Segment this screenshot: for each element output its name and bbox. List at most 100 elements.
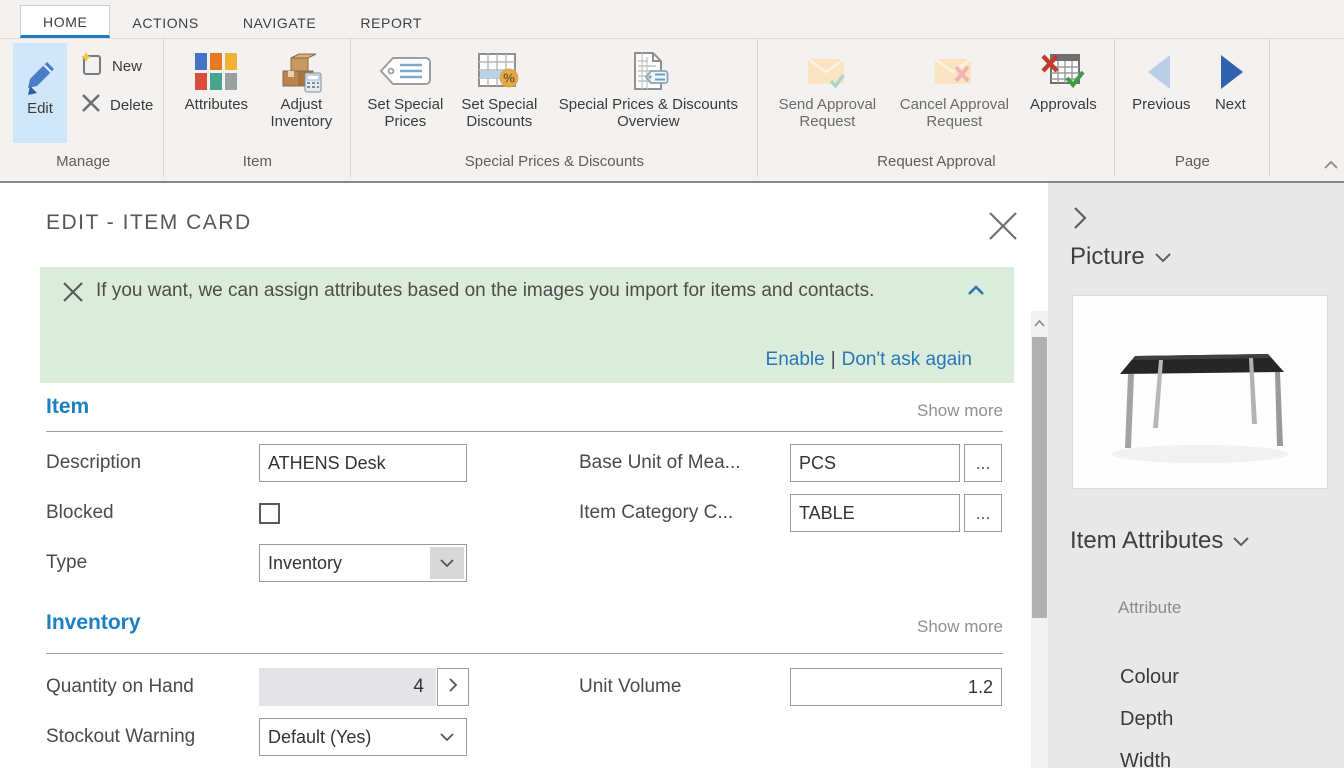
new-button[interactable]: New	[79, 51, 153, 81]
ribbon-group-request-approval: Send Approval Request Cancel Approval Re…	[758, 39, 1115, 177]
tab-home[interactable]: HOME	[20, 5, 110, 38]
new-label: New	[112, 58, 142, 75]
expand-panel-icon[interactable]	[1072, 205, 1088, 236]
approvals-button[interactable]: Approvals	[1022, 43, 1104, 114]
attributes-button[interactable]: Attributes	[174, 43, 258, 114]
base-unit-lookup-button[interactable]: ...	[964, 444, 1002, 482]
ribbon-toolbar: Edit New Delete	[0, 39, 1344, 177]
stockout-warning-value: Default (Yes)	[260, 727, 430, 748]
stockout-warning-label: Stockout Warning	[46, 718, 195, 756]
chevron-down-icon	[1154, 243, 1172, 271]
new-document-icon	[79, 51, 105, 81]
special-prices-discounts-overview-label: Special Prices & Discounts Overview	[549, 97, 747, 131]
chevron-right-icon	[448, 677, 458, 698]
ribbon-group-special-prices: Set Special Prices % Set Special Discoun…	[351, 39, 758, 177]
adjust-inventory-button[interactable]: Adjust Inventory	[262, 43, 340, 131]
quantity-drilldown-button[interactable]	[437, 668, 469, 706]
envelope-x-icon	[930, 47, 978, 97]
previous-label: Previous	[1132, 97, 1190, 114]
delete-label: Delete	[110, 97, 153, 114]
delete-button[interactable]: Delete	[79, 91, 153, 119]
item-category-field[interactable]	[790, 494, 960, 532]
factbox-panel: Picture Item Attributes	[1048, 183, 1344, 768]
vertical-scrollbar[interactable]	[1031, 311, 1048, 768]
unit-volume-field[interactable]	[790, 668, 1002, 706]
item-card: EDIT - ITEM CARD If you want, we can ass…	[0, 183, 1031, 768]
blocked-checkbox[interactable]	[259, 503, 280, 524]
triangle-right-icon	[1208, 47, 1252, 97]
ribbon-group-page: Previous Next Page	[1115, 39, 1270, 177]
dont-ask-again-link[interactable]: Don't ask again	[842, 349, 972, 370]
tab-report[interactable]: REPORT	[338, 7, 444, 38]
group-label-request-approval: Request Approval	[877, 149, 995, 176]
scrollbar-thumb[interactable]	[1032, 337, 1047, 618]
item-picture[interactable]	[1072, 295, 1328, 489]
adjust-inventory-label: Adjust Inventory	[262, 97, 340, 131]
type-label: Type	[46, 544, 87, 582]
enable-link[interactable]: Enable	[766, 349, 825, 370]
description-field[interactable]	[259, 444, 467, 482]
close-icon[interactable]	[986, 209, 1020, 243]
group-label-special-prices: Special Prices & Discounts	[465, 149, 644, 176]
grid-check-icon	[1039, 47, 1087, 97]
next-button[interactable]: Next	[1201, 43, 1259, 114]
item-show-more-link[interactable]: Show more	[917, 401, 1003, 421]
dismiss-notification-icon[interactable]	[62, 281, 84, 303]
chevron-down-icon[interactable]	[430, 721, 464, 753]
previous-button[interactable]: Previous	[1125, 43, 1197, 114]
picture-section-header[interactable]: Picture	[1070, 243, 1172, 271]
picture-title: Picture	[1070, 243, 1145, 271]
attribute-row-width[interactable]: Width	[1120, 750, 1171, 768]
group-label-page: Page	[1175, 149, 1210, 176]
special-prices-discounts-overview-button[interactable]: Special Prices & Discounts Overview	[549, 43, 747, 131]
set-special-discounts-button[interactable]: % Set Special Discounts	[453, 43, 545, 131]
item-category-label: Item Category C...	[579, 494, 733, 532]
chevron-down-icon[interactable]	[430, 547, 464, 579]
edit-button[interactable]: Edit	[13, 43, 67, 143]
envelope-check-icon	[803, 47, 851, 97]
unit-volume-label: Unit Volume	[579, 668, 681, 706]
x-mark-icon	[79, 91, 103, 119]
set-special-discounts-label: Set Special Discounts	[453, 97, 545, 131]
approvals-label: Approvals	[1030, 97, 1097, 114]
ribbon-group-item: Attributes Adjust Inventory Item	[164, 39, 351, 177]
tab-navigate[interactable]: NAVIGATE	[221, 7, 339, 38]
group-label-item: Item	[243, 149, 272, 176]
cancel-approval-request-button[interactable]: Cancel Approval Request	[890, 43, 1018, 131]
collapse-ribbon-icon[interactable]	[1323, 157, 1339, 175]
inventory-show-more-link[interactable]: Show more	[917, 617, 1003, 637]
scroll-up-icon[interactable]	[1033, 315, 1046, 333]
attribute-row-depth[interactable]: Depth	[1120, 708, 1173, 731]
tab-actions[interactable]: ACTIONS	[110, 7, 220, 38]
set-special-prices-label: Set Special Prices	[361, 97, 449, 131]
group-label-manage: Manage	[56, 149, 110, 176]
color-grid-icon	[193, 47, 239, 97]
item-attributes-section-header[interactable]: Item Attributes	[1070, 527, 1250, 555]
collapse-notification-icon[interactable]	[966, 283, 986, 301]
item-attributes-title: Item Attributes	[1070, 527, 1223, 555]
set-special-prices-button[interactable]: Set Special Prices	[361, 43, 449, 131]
ellipsis-icon: ...	[975, 503, 990, 524]
send-approval-request-button[interactable]: Send Approval Request	[768, 43, 886, 131]
pencil-icon	[20, 51, 60, 101]
attribute-column-header: Attribute	[1118, 598, 1181, 618]
notification-actions: Enable|Don't ask again	[766, 349, 972, 371]
inventory-section-divider	[46, 653, 1003, 654]
base-unit-label: Base Unit of Mea...	[579, 444, 741, 482]
page-title: EDIT - ITEM CARD	[46, 211, 252, 235]
table-percent-icon: %	[475, 47, 523, 97]
type-dropdown[interactable]: Inventory	[259, 544, 467, 582]
quantity-on-hand-label: Quantity on Hand	[46, 668, 194, 706]
edit-label: Edit	[27, 101, 53, 118]
next-label: Next	[1215, 97, 1246, 114]
type-value: Inventory	[260, 553, 430, 574]
attribute-row-colour[interactable]: Colour	[1120, 666, 1179, 689]
inventory-section-title: Inventory	[46, 611, 141, 635]
base-unit-field[interactable]	[790, 444, 960, 482]
content-area: EDIT - ITEM CARD If you want, we can ass…	[0, 183, 1344, 768]
notification-message: If you want, we can assign attributes ba…	[96, 275, 882, 308]
item-category-lookup-button[interactable]: ...	[964, 494, 1002, 532]
blocked-label: Blocked	[46, 494, 114, 532]
stockout-warning-dropdown[interactable]: Default (Yes)	[259, 718, 467, 756]
chevron-down-icon	[1232, 527, 1250, 555]
